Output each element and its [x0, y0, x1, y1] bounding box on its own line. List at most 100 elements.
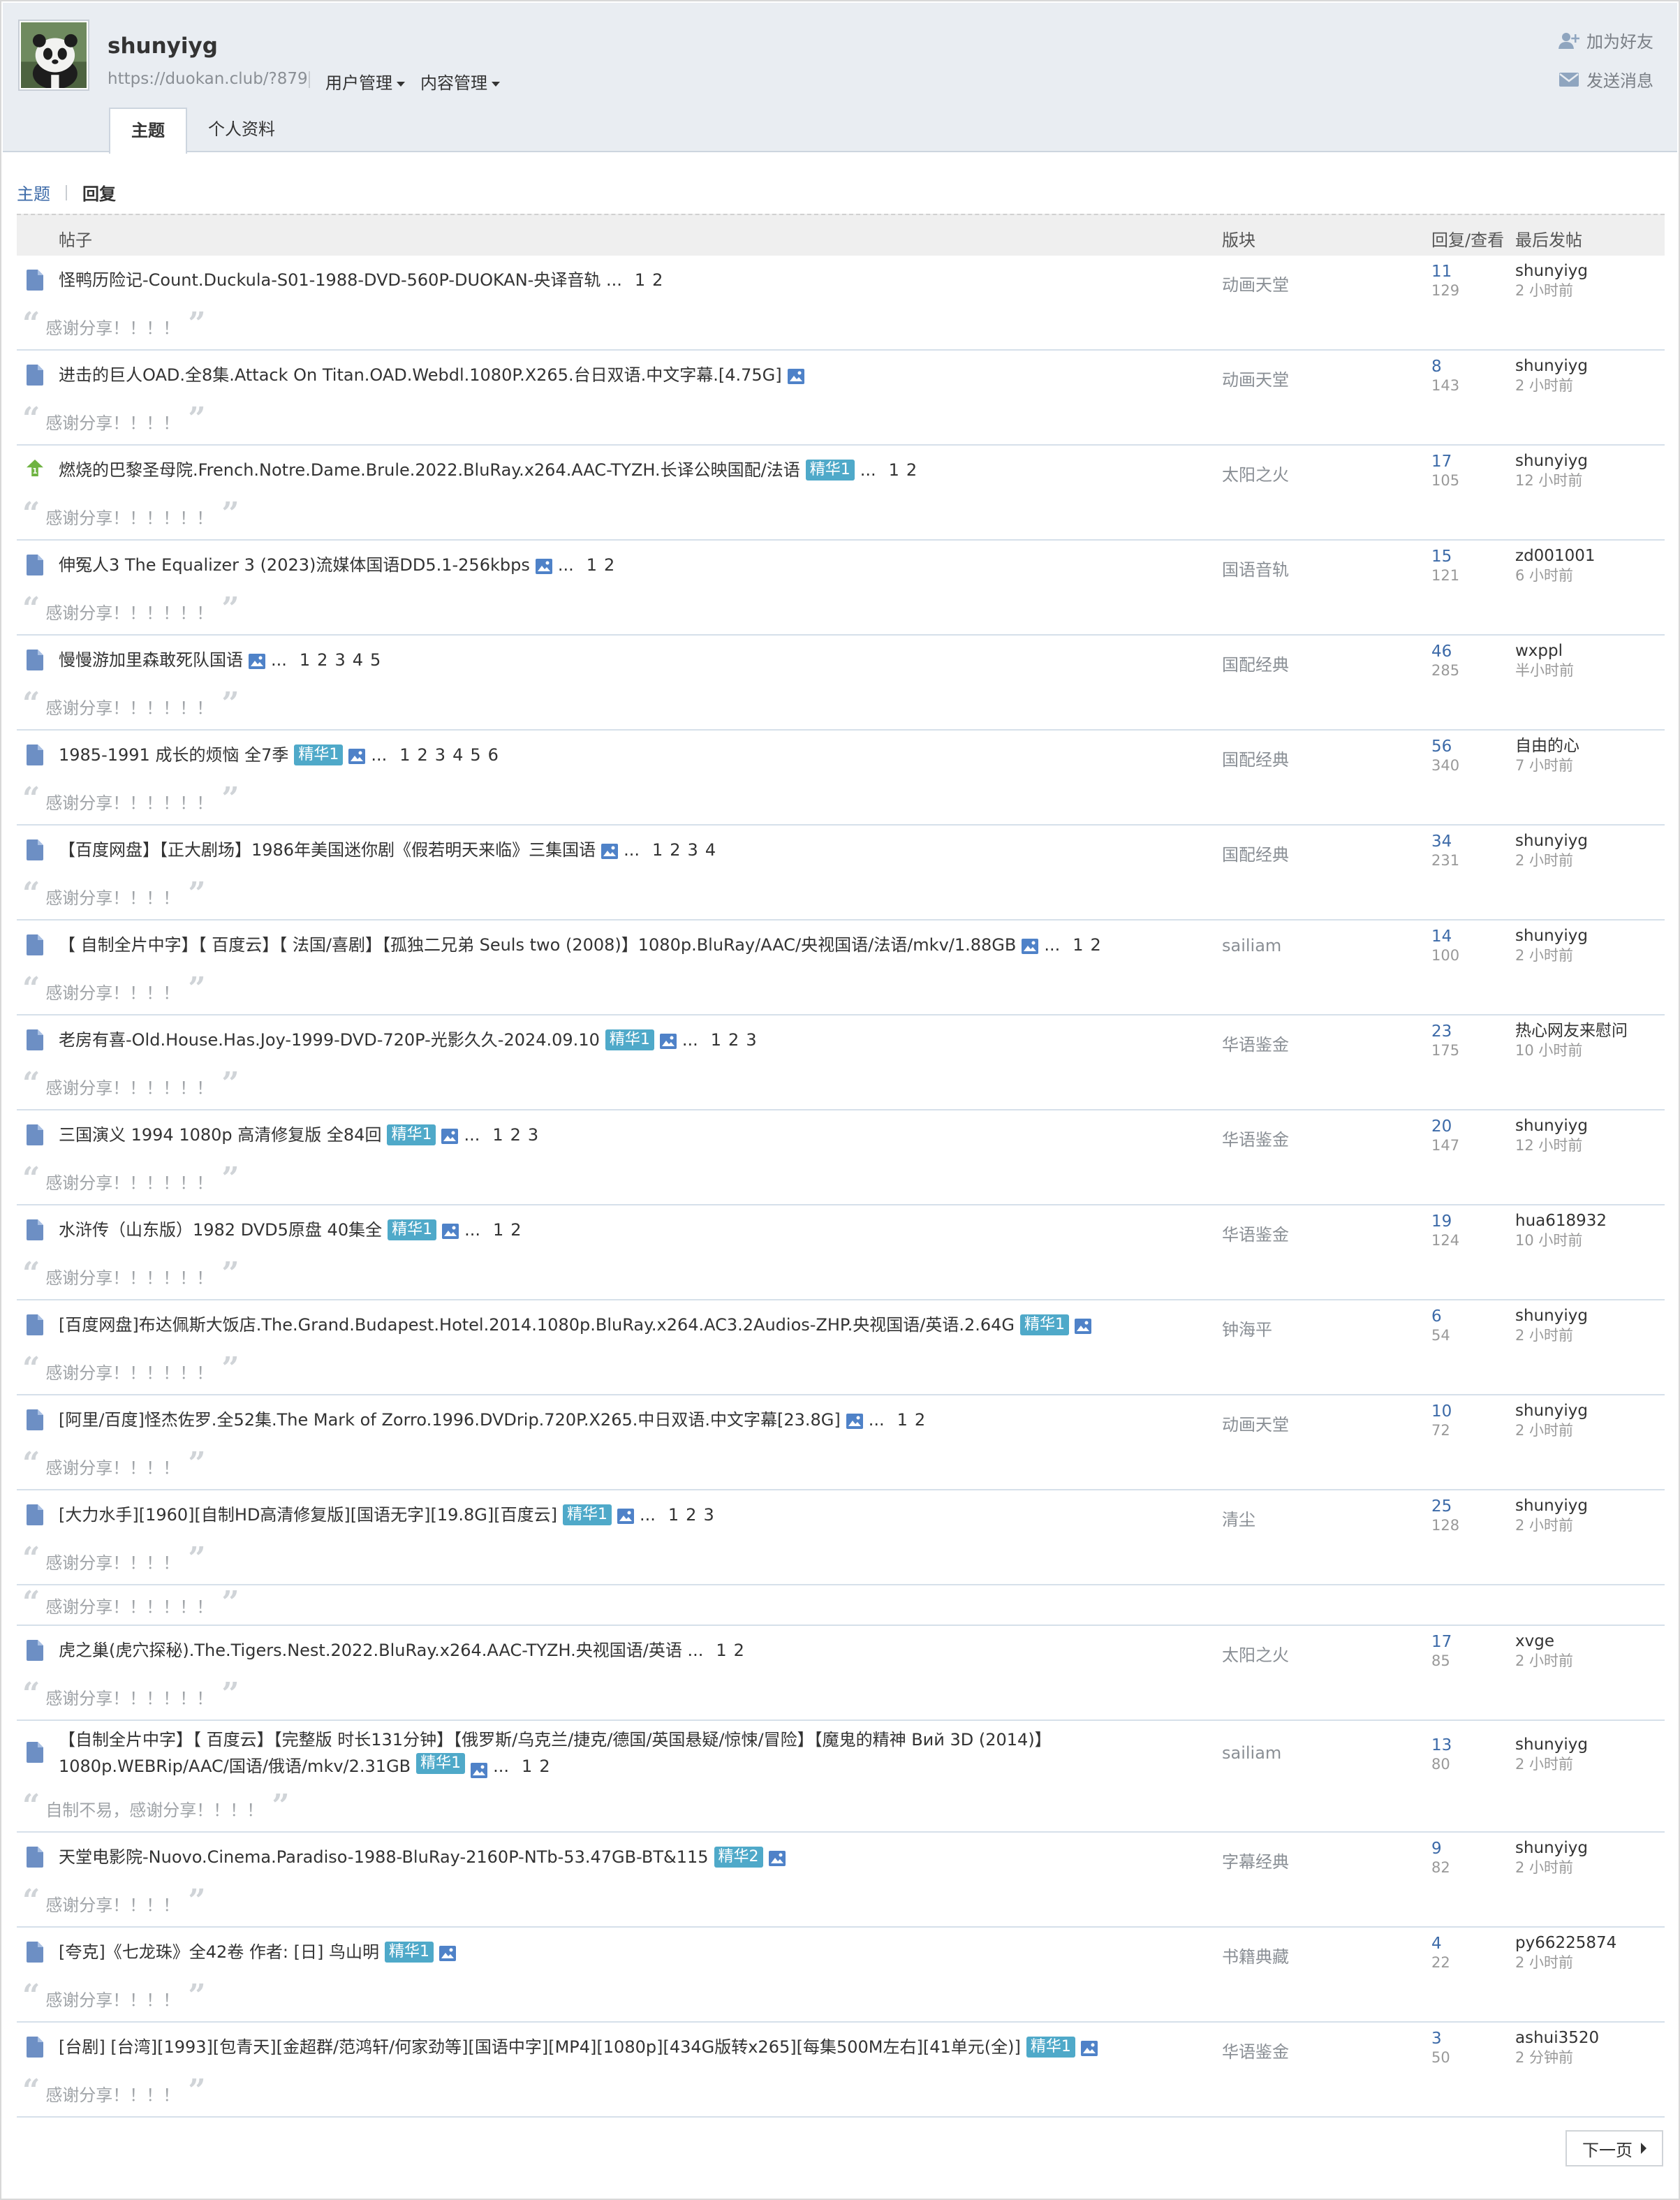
forum-link[interactable]: 动画天堂 — [1222, 1411, 1289, 1435]
last-poster[interactable]: shunyiyg — [1515, 451, 1588, 471]
profile-url[interactable]: https://duokan.club/?879 — [108, 70, 308, 88]
last-poster[interactable]: shunyiyg — [1515, 261, 1588, 281]
reply-quote[interactable]: “感谢分享！！！！ ” — [17, 303, 1665, 349]
last-poster[interactable]: shunyiyg — [1515, 356, 1588, 376]
reply-quote[interactable]: “感谢分享！！！！！！ ” — [17, 1585, 1665, 1626]
forum-link[interactable]: 华语鉴金 — [1222, 1126, 1289, 1150]
post-title-link[interactable]: 天堂电影院-Nuovo.Cinema.Paradiso-1988-BluRay-… — [59, 1847, 709, 1867]
page-link[interactable]: 2 — [604, 555, 614, 575]
reply-quote[interactable]: “感谢分享！！！！ ” — [17, 1538, 1665, 1585]
reply-count[interactable]: 19 — [1431, 1212, 1452, 1231]
last-poster[interactable]: shunyiyg — [1515, 831, 1588, 851]
tab-topics[interactable]: 主题 — [109, 108, 187, 154]
reply-count[interactable]: 8 — [1431, 358, 1442, 376]
reply-quote[interactable]: “感谢分享！！！！！！ ” — [17, 493, 1665, 539]
reply-count[interactable]: 14 — [1431, 927, 1452, 946]
forum-link[interactable]: 书籍典藏 — [1222, 1943, 1289, 1967]
reply-count[interactable]: 46 — [1431, 643, 1452, 661]
reply-count[interactable]: 34 — [1431, 833, 1452, 851]
post-title-link[interactable]: 【 自制全片中字】【 百度云】【 法国/喜剧】【孤独二兄弟 Seuls two … — [59, 935, 1016, 955]
avatar[interactable] — [18, 20, 89, 91]
page-link[interactable]: 1 — [1073, 935, 1083, 955]
page-link[interactable]: 5 — [470, 745, 480, 765]
page-link[interactable]: 4 — [353, 650, 363, 670]
page-link[interactable]: 1 — [587, 555, 597, 575]
content-manage-menu[interactable]: 内容管理 — [420, 69, 500, 94]
reply-count[interactable]: 20 — [1431, 1117, 1452, 1136]
page-link[interactable]: 4 — [452, 745, 463, 765]
reply-quote[interactable]: “感谢分享！！！！ ” — [17, 873, 1665, 919]
reply-count[interactable]: 6 — [1431, 1307, 1442, 1326]
reply-quote[interactable]: “感谢分享！！！！ ” — [17, 968, 1665, 1014]
last-poster[interactable]: hua618932 — [1515, 1211, 1607, 1231]
post-title-link[interactable]: 【百度网盘】【正大剧场】1986年美国迷你剧《假若明天来临》三集国语 — [59, 840, 596, 860]
post-title-link[interactable]: 慢慢游加里森敢死队国语 — [59, 650, 243, 670]
page-link[interactable]: 2 — [510, 1125, 521, 1145]
reply-quote[interactable]: “感谢分享！！！！！！ ” — [17, 1063, 1665, 1109]
post-title-link[interactable]: [百度网盘]布达佩斯大饭店.The.Grand.Budapest.Hotel.2… — [59, 1315, 1015, 1335]
last-poster[interactable]: wxppl — [1515, 641, 1563, 661]
page-link[interactable]: 2 — [539, 1757, 550, 1776]
last-poster[interactable]: shunyiyg — [1515, 1401, 1588, 1421]
forum-link[interactable]: sailiam — [1222, 936, 1281, 955]
next-page-button[interactable]: 下一页 — [1565, 2130, 1663, 2166]
last-poster[interactable]: shunyiyg — [1515, 1735, 1588, 1754]
reply-quote[interactable]: “感谢分享！！！！！！ ” — [17, 778, 1665, 824]
page-link[interactable]: 1 — [493, 1220, 503, 1240]
page-link[interactable]: 3 — [703, 1505, 714, 1525]
reply-count[interactable]: 15 — [1431, 548, 1452, 566]
reply-count[interactable]: 4 — [1431, 1935, 1442, 1953]
forum-link[interactable]: 钟海平 — [1222, 1316, 1272, 1340]
tab-profile[interactable]: 个人资料 — [187, 108, 296, 151]
last-poster[interactable]: ashui3520 — [1515, 2028, 1599, 2048]
page-link[interactable]: 3 — [528, 1125, 538, 1145]
post-title-link[interactable]: [大力水手][1960][自制HD高清修复版][国语无字][19.8G][百度云… — [59, 1505, 557, 1525]
reply-quote[interactable]: “感谢分享！！！！ ” — [17, 1880, 1665, 1926]
page-link[interactable]: 3 — [334, 650, 345, 670]
post-title-link[interactable]: [台剧] [台湾][1993][包青天][金超群/范鸿轩/何家劲等][国语中字]… — [59, 2037, 1021, 2057]
last-poster[interactable]: zd001001 — [1515, 546, 1595, 566]
last-poster[interactable]: shunyiyg — [1515, 1496, 1588, 1516]
page-link[interactable]: 4 — [705, 840, 716, 860]
page-link[interactable]: 3 — [746, 1030, 756, 1050]
forum-link[interactable]: 华语鉴金 — [1222, 1031, 1289, 1055]
forum-link[interactable]: 国配经典 — [1222, 746, 1289, 770]
page-link[interactable]: 2 — [317, 650, 327, 670]
page-link[interactable]: 1 — [399, 745, 410, 765]
reply-quote[interactable]: “感谢分享！！！！！！ ” — [17, 1158, 1665, 1204]
forum-link[interactable]: 国配经典 — [1222, 841, 1289, 865]
page-link[interactable]: 1 — [716, 1641, 726, 1660]
last-poster[interactable]: shunyiyg — [1515, 926, 1588, 946]
post-title-link[interactable]: [夸克]《七龙珠》全42卷 作者: [日] 鸟山明 — [59, 1942, 379, 1962]
post-title-link[interactable]: 三国演义 1994 1080p 高清修复版 全84回 — [59, 1125, 381, 1145]
forum-link[interactable]: 太阳之火 — [1222, 1641, 1289, 1666]
page-link[interactable]: 2 — [670, 840, 680, 860]
page-link[interactable]: 1 — [492, 1125, 503, 1145]
reply-quote[interactable]: “感谢分享！！！！ ” — [17, 1443, 1665, 1489]
last-poster[interactable]: shunyiyg — [1515, 1116, 1588, 1136]
reply-count[interactable]: 9 — [1431, 1840, 1442, 1858]
reply-quote[interactable]: “自制不易，感谢分享！！！！ ” — [17, 1785, 1665, 1831]
last-poster[interactable]: 热心网友来慰问 — [1515, 1021, 1628, 1041]
reply-count[interactable]: 17 — [1431, 453, 1452, 471]
reply-count[interactable]: 17 — [1431, 1633, 1452, 1651]
page-link[interactable]: 2 — [734, 1641, 744, 1660]
reply-count[interactable]: 3 — [1431, 2030, 1442, 2048]
page-link[interactable]: 1 — [522, 1757, 532, 1776]
page-link[interactable]: 2 — [728, 1030, 739, 1050]
post-title-link[interactable]: 进击的巨人OAD.全8集.Attack On Titan.OAD.Webdl.1… — [59, 365, 782, 385]
forum-link[interactable]: 国语音轨 — [1222, 556, 1289, 580]
page-link[interactable]: 1 — [668, 1505, 679, 1525]
page-link[interactable]: 2 — [1091, 935, 1101, 955]
forum-link[interactable]: sailiam — [1222, 1743, 1281, 1763]
last-poster[interactable]: shunyiyg — [1515, 1306, 1588, 1326]
reply-quote[interactable]: “感谢分享！！！！！！ ” — [17, 683, 1665, 729]
reply-quote[interactable]: “感谢分享！！！！ ” — [17, 2070, 1665, 2116]
subnav-replies-link[interactable]: 回复 — [82, 180, 116, 205]
post-title-link[interactable]: 老房有喜-Old.House.Has.Joy-1999-DVD-720P-光影久… — [59, 1030, 600, 1050]
page-link[interactable]: 2 — [510, 1220, 521, 1240]
page-link[interactable]: 2 — [686, 1505, 696, 1525]
reply-count[interactable]: 25 — [1431, 1497, 1452, 1516]
reply-quote[interactable]: “感谢分享！！！！ ” — [17, 1975, 1665, 2021]
forum-link[interactable]: 动画天堂 — [1222, 366, 1289, 390]
